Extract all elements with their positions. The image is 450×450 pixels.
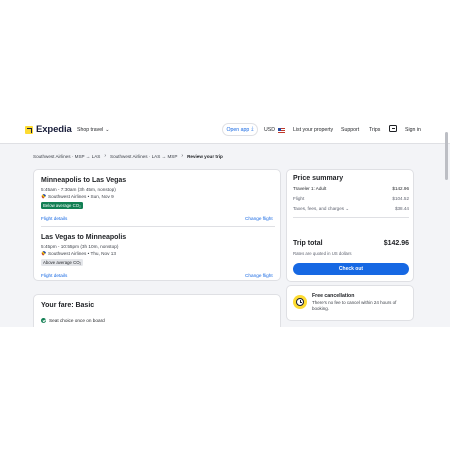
trips-label: Trips <box>369 127 381 133</box>
flights-card: Minneapolis to Las Vegas 5:45am - 7:30am… <box>33 169 281 281</box>
breadcrumb-item-return[interactable]: Southwest Airlines · LAS → MSP <box>110 154 177 159</box>
site-header: Expedia Shop travel ⌄ Open app ⤓ USD Lis… <box>0 113 450 144</box>
change-flight-link[interactable]: Change flight <box>245 216 273 221</box>
chevron-down-icon: ⌄ <box>105 127 110 133</box>
taxes-price: $38.44 <box>394 206 409 211</box>
flight-details-link[interactable]: Flight details <box>41 216 67 221</box>
airline-date: Southwest Airlines • Thu, Nov 13 <box>48 251 116 256</box>
chevron-right-icon: › <box>104 153 106 159</box>
support-label: Support <box>341 127 360 133</box>
chevron-down-icon: ⌄ <box>345 206 350 211</box>
flight-price: $104.52 <box>392 196 409 201</box>
fare-feature-label: Seat choice once on board <box>49 318 105 323</box>
airline-row: Southwest Airlines • Thu, Nov 13 <box>41 251 116 256</box>
trip-total-row: Trip total $142.96 <box>293 240 409 247</box>
divider <box>41 226 275 227</box>
expedia-logo[interactable]: Expedia <box>25 124 72 135</box>
fare-title: Your fare: Basic <box>41 302 95 309</box>
taxes-row[interactable]: Taxes, fees, and charges ⌄ $38.44 <box>293 206 409 212</box>
sign-in-link[interactable]: Sign in <box>405 127 421 133</box>
flight-time: 5:45am - 7:30am (3h 45m, nonstop) <box>41 187 116 192</box>
trip-total-price: $142.96 <box>383 240 409 247</box>
sign-in-label: Sign in <box>405 127 421 133</box>
currency-note: Rates are quoted in US dollars <box>293 251 352 256</box>
download-icon: ⤓ <box>251 126 254 132</box>
clock-icon <box>293 295 307 309</box>
flight-title: Las Vegas to Minneapolis <box>41 234 127 241</box>
shop-travel-menu[interactable]: Shop travel ⌄ <box>77 127 109 133</box>
southwest-airlines-icon <box>41 251 46 256</box>
traveler-row: Traveler 1: Adult $142.96 <box>293 186 409 191</box>
browser-viewport: Expedia Shop travel ⌄ Open app ⤓ USD Lis… <box>0 113 450 327</box>
open-app-button[interactable]: Open app ⤓ <box>222 123 258 136</box>
shop-travel-label: Shop travel <box>77 127 104 133</box>
divider <box>293 217 409 218</box>
cancellation-title: Free cancellation <box>312 293 355 299</box>
fare-card: Your fare: Basic Seat choice once on boa… <box>33 294 281 327</box>
price-summary-card: Price summary Traveler 1: Adult $142.96 … <box>286 169 414 282</box>
free-cancellation-card: Free cancellation There's no fee to canc… <box>286 285 414 321</box>
us-flag-icon <box>277 127 285 133</box>
taxes-label: Taxes, fees, and charges ⌄ <box>293 206 349 212</box>
co2-badge: Below average CO₂ <box>41 202 83 209</box>
fare-feature: Seat choice once on board <box>41 318 105 323</box>
support-link[interactable]: Support <box>341 127 359 133</box>
southwest-airlines-icon <box>41 194 46 199</box>
airline-date: Southwest Airlines • Sun, Nov 9 <box>48 194 114 199</box>
price-summary-title: Price summary <box>293 175 344 182</box>
list-property-link[interactable]: List your property <box>293 127 333 133</box>
currency-selector[interactable]: USD <box>264 127 285 133</box>
change-flight-link[interactable]: Change flight <box>245 273 273 278</box>
breadcrumb: Southwest Airlines · MSP → LAS › Southwe… <box>33 153 223 159</box>
flight-price-row: Flight $104.52 <box>293 196 409 201</box>
taxes-label-text: Taxes, fees, and charges <box>293 206 345 211</box>
trips-link[interactable]: Trips <box>369 127 380 133</box>
logo-text: Expedia <box>36 124 72 135</box>
flight-title: Minneapolis to Las Vegas <box>41 177 127 184</box>
check-circle-icon <box>41 318 46 323</box>
breadcrumb-item-current: Review your trip <box>187 153 223 159</box>
expedia-logo-icon <box>25 125 33 134</box>
traveler-label: Traveler 1: Adult <box>293 186 327 191</box>
trip-total-label: Trip total <box>293 240 323 247</box>
list-property-label: List your property <box>293 127 334 133</box>
page-scrollbar[interactable] <box>445 132 448 180</box>
currency-label: USD <box>264 127 275 133</box>
check-out-button[interactable]: Check out <box>293 263 409 275</box>
breadcrumb-item-outbound[interactable]: Southwest Airlines · MSP → LAS <box>33 154 100 159</box>
traveler-price: $142.96 <box>392 186 409 191</box>
co2-badge: Above average CO₂ <box>41 259 84 266</box>
chevron-right-icon: › <box>181 153 184 159</box>
flight-label: Flight <box>293 196 305 201</box>
open-app-label: Open app <box>226 126 250 133</box>
flight-details-link[interactable]: Flight details <box>41 273 67 278</box>
flight-time: 5:45pm - 10:55pm (3h 10m, nonstop) <box>41 244 119 249</box>
cancellation-text: There's no fee to cancel within 24 hours… <box>312 300 397 311</box>
chat-icon[interactable] <box>389 125 397 132</box>
airline-row: Southwest Airlines • Sun, Nov 9 <box>41 194 114 199</box>
